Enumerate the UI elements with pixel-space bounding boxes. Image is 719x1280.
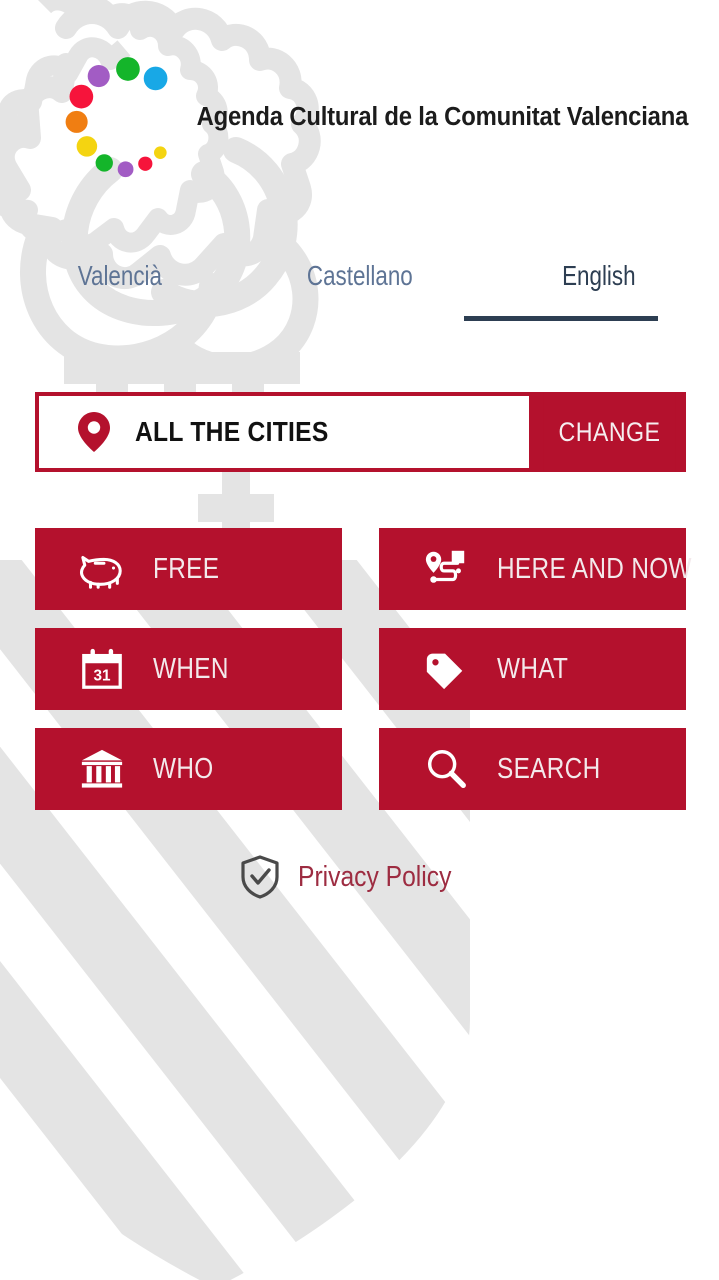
map-pin-icon bbox=[78, 412, 110, 452]
when-button[interactable]: 31 WHEN bbox=[35, 628, 342, 710]
tab-english-label: English bbox=[562, 260, 636, 291]
what-button[interactable]: WHAT bbox=[379, 628, 686, 710]
change-city-label: CHANGE bbox=[558, 416, 661, 447]
when-button-label: WHEN bbox=[153, 652, 229, 685]
magnifier-icon bbox=[427, 750, 466, 788]
shield-check-icon bbox=[241, 855, 279, 899]
language-tab-bar: Valencià Castellano English bbox=[0, 248, 719, 326]
route-pin-icon bbox=[425, 550, 465, 583]
tab-castellano[interactable]: Castellano bbox=[264, 248, 456, 326]
here-and-now-button[interactable]: HERE AND NOW bbox=[379, 528, 692, 610]
tab-valencia-label: Valencià bbox=[77, 260, 162, 291]
tab-english[interactable]: English bbox=[503, 248, 695, 326]
privacy-policy-link[interactable]: Privacy Policy bbox=[0, 850, 719, 904]
city-field[interactable]: ALL THE CITIES bbox=[35, 392, 533, 472]
who-button-label: WHO bbox=[153, 752, 214, 785]
search-button-label: SEARCH bbox=[497, 752, 601, 785]
app-root: Agenda Cultural de la Comunitat Valencia… bbox=[0, 0, 719, 1280]
change-city-button[interactable]: CHANGE bbox=[543, 392, 676, 472]
svg-text:31: 31 bbox=[93, 668, 111, 685]
city-value: ALL THE CITIES bbox=[135, 416, 329, 447]
action-button-grid: FREE HERE AND NOW 31 WHEN WHAT WHO SEARC… bbox=[35, 528, 692, 810]
piggy-bank-icon bbox=[79, 555, 122, 589]
tab-valencia[interactable]: Valencià bbox=[24, 248, 216, 326]
free-button[interactable]: FREE bbox=[35, 528, 342, 610]
app-header: Agenda Cultural de la Comunitat Valencia… bbox=[0, 0, 719, 210]
privacy-policy-label: Privacy Policy bbox=[298, 860, 452, 893]
tab-castellano-label: Castellano bbox=[306, 260, 413, 291]
page-title: Agenda Cultural de la Comunitat Valencia… bbox=[196, 103, 689, 131]
here-and-now-button-label: HERE AND NOW bbox=[497, 552, 692, 585]
tag-icon bbox=[426, 653, 463, 690]
free-button-label: FREE bbox=[153, 552, 220, 585]
calendar-31-icon: 31 bbox=[82, 648, 122, 689]
what-button-label: WHAT bbox=[497, 652, 569, 685]
search-button[interactable]: SEARCH bbox=[379, 728, 686, 810]
who-button[interactable]: WHO bbox=[35, 728, 342, 810]
city-selector-bar: ALL THE CITIES CHANGE bbox=[35, 392, 686, 472]
agenda-cultural-dots-logo bbox=[65, 57, 168, 178]
active-tab-underline bbox=[464, 316, 658, 321]
museum-building-icon bbox=[81, 749, 123, 788]
